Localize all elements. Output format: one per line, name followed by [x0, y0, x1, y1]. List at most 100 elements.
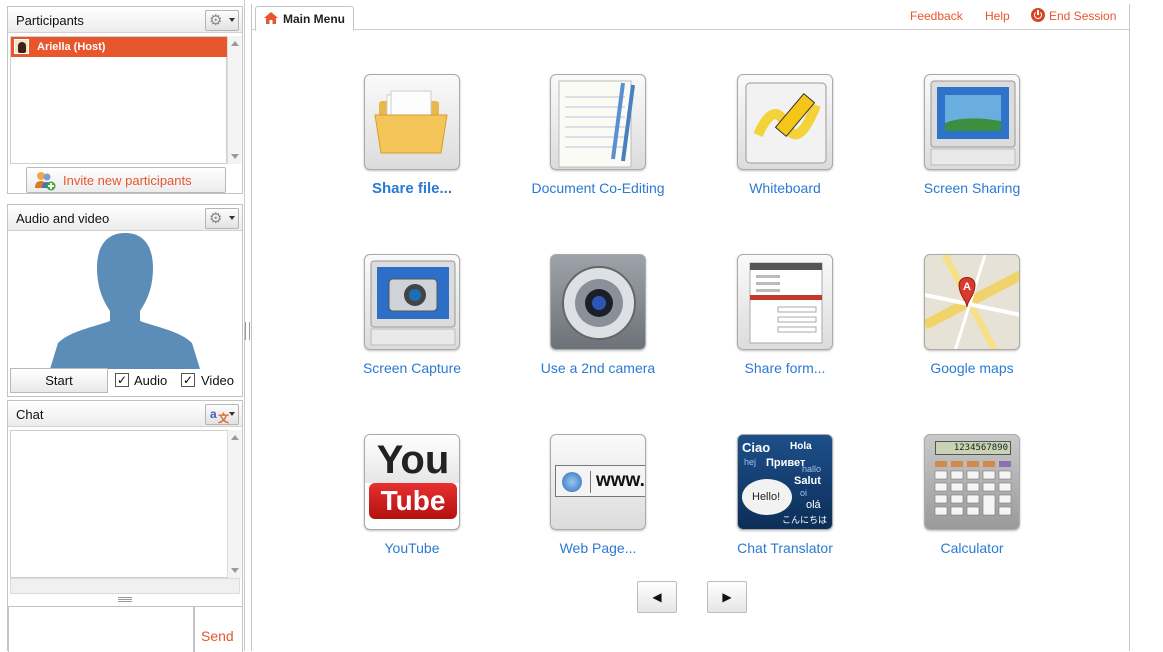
video-preview: [10, 233, 240, 369]
end-session-link[interactable]: End Session: [1049, 9, 1116, 23]
audio-video-title: Audio and video: [16, 211, 110, 226]
video-label: Video: [201, 373, 235, 388]
chevron-down-icon: [229, 216, 235, 220]
browser-icon[interactable]: www.: [550, 434, 646, 530]
audio-checkbox[interactable]: ✓: [115, 373, 129, 387]
app-chat-translator[interactable]: Ciao Hola hej Привет hallo Hello! Salut …: [695, 434, 875, 584]
gear-icon: ⚙: [209, 210, 223, 227]
send-label: Send: [201, 628, 234, 644]
word-ciao: Ciao: [742, 440, 771, 455]
main-area: Main Menu Feedback Help End Session Shar…: [251, 4, 1130, 651]
word-privet: Привет: [766, 457, 806, 469]
participants-panel: Participants ⚙ Ariella (Host) Invite new…: [7, 6, 243, 194]
translate-icon: a: [210, 407, 217, 421]
folder-icon[interactable]: [364, 74, 460, 170]
app-label: Chat Translator: [737, 540, 833, 556]
calculator-icon[interactable]: 1234567890: [924, 434, 1020, 530]
video-checkbox[interactable]: ✓: [181, 373, 195, 387]
webcam-icon[interactable]: [550, 254, 646, 350]
app-screen-sharing[interactable]: Screen Sharing: [882, 74, 1062, 224]
app-screen-capture[interactable]: Screen Capture: [322, 254, 502, 404]
app-label: Document Co-Editing: [531, 180, 665, 196]
chat-scrollbar[interactable]: [227, 430, 241, 578]
grip-icon: [118, 597, 132, 602]
send-button[interactable]: Send: [194, 606, 243, 652]
audio-video-panel: Audio and video ⚙ Start ✓ Audio ✓ Video: [7, 204, 243, 397]
word-ola: olá: [806, 499, 821, 511]
app-label: Share file...: [371, 180, 453, 197]
word-konnichiwa: こんにちは: [782, 515, 828, 525]
tab-bar: Main Menu Feedback Help End Session: [252, 4, 1129, 31]
chat-header: Chat a 文: [8, 401, 242, 427]
audio-label: Audio: [134, 373, 168, 388]
add-user-icon: [35, 172, 56, 191]
word-hello: Hello!: [752, 491, 781, 503]
app-youtube[interactable]: You Tube YouTube: [322, 434, 502, 584]
form-icon[interactable]: [737, 254, 833, 350]
chat-message-input[interactable]: [8, 606, 194, 652]
globe-icon: [562, 472, 582, 492]
app-second-camera[interactable]: Use a 2nd camera: [508, 254, 688, 404]
url-bar: www.: [555, 465, 645, 497]
gear-icon: ⚙: [209, 12, 223, 29]
scroll-down-icon[interactable]: [231, 568, 239, 573]
map-icon[interactable]: A: [924, 254, 1020, 350]
participant-name: Ariella (Host): [37, 41, 106, 53]
feedback-link[interactable]: Feedback: [910, 9, 963, 23]
svg-text:A: A: [963, 281, 971, 293]
right-margin: [1130, 0, 1163, 651]
user-silhouette-icon: [50, 233, 200, 369]
participant-row[interactable]: Ariella (Host): [11, 37, 227, 57]
word-hej: hej: [744, 457, 757, 467]
whiteboard-icon[interactable]: [737, 74, 833, 170]
app-share-form[interactable]: Share form...: [695, 254, 875, 404]
youtube-icon[interactable]: You Tube: [364, 434, 460, 530]
word-hallo: hallo: [802, 464, 822, 474]
app-calculator[interactable]: 1234567890 Calculator: [882, 434, 1062, 584]
chat-log: [10, 430, 240, 578]
word-oi: oi: [800, 488, 808, 498]
left-sidebar: Participants ⚙ Ariella (Host) Invite new…: [0, 0, 245, 652]
scroll-down-icon[interactable]: [231, 154, 239, 159]
app-label: Web Page...: [559, 540, 637, 556]
help-link[interactable]: Help: [985, 9, 1010, 23]
chat-translate-button[interactable]: a 文: [205, 404, 239, 425]
monitor-icon[interactable]: [924, 74, 1020, 170]
app-label: Calculator: [940, 540, 1004, 556]
app-document-co-editing[interactable]: Document Co-Editing: [508, 74, 688, 224]
avatar: [14, 39, 29, 54]
participants-list: Ariella (Host): [10, 36, 227, 164]
participants-settings-button[interactable]: ⚙: [205, 10, 239, 31]
translator-icon[interactable]: Ciao Hola hej Привет hallo Hello! Salut …: [737, 434, 833, 530]
participants-scrollbar[interactable]: [227, 36, 241, 164]
app-label: Whiteboard: [749, 180, 821, 196]
chat-resize-handle[interactable]: [10, 595, 240, 605]
start-button[interactable]: Start: [10, 368, 108, 393]
screen-camera-icon[interactable]: [364, 254, 460, 350]
sidebar-resize-handle[interactable]: [245, 322, 250, 340]
invite-participants-button[interactable]: Invite new participants: [26, 167, 226, 193]
participants-title: Participants: [16, 13, 84, 28]
app-google-maps[interactable]: A Google maps: [882, 254, 1062, 404]
participants-header: Participants ⚙: [8, 7, 242, 33]
audio-video-settings-button[interactable]: ⚙: [205, 208, 239, 229]
chevron-down-icon: [229, 18, 235, 22]
www-text: www.: [596, 470, 645, 491]
app-label: Use a 2nd camera: [540, 360, 656, 376]
scroll-up-icon[interactable]: [231, 435, 239, 440]
chevron-down-icon: [229, 412, 235, 416]
app-label: Screen Capture: [362, 360, 462, 376]
tab-main-menu[interactable]: Main Menu: [255, 6, 354, 31]
app-whiteboard[interactable]: Whiteboard: [695, 74, 875, 224]
notepad-icon[interactable]: [550, 74, 646, 170]
app-share-file[interactable]: Share file...: [322, 74, 502, 224]
chat-horizontal-scrollbar[interactable]: [10, 578, 240, 594]
chat-panel: Chat a 文 Send: [7, 400, 243, 652]
prev-page-button[interactable]: ◀: [637, 581, 677, 613]
app-web-page[interactable]: www. Web Page...: [508, 434, 688, 584]
invite-label: Invite new participants: [63, 173, 192, 188]
power-icon[interactable]: [1031, 8, 1045, 22]
scroll-up-icon[interactable]: [231, 41, 239, 46]
next-page-button[interactable]: ▶: [707, 581, 747, 613]
translate-icon-secondary: 文: [218, 413, 229, 425]
